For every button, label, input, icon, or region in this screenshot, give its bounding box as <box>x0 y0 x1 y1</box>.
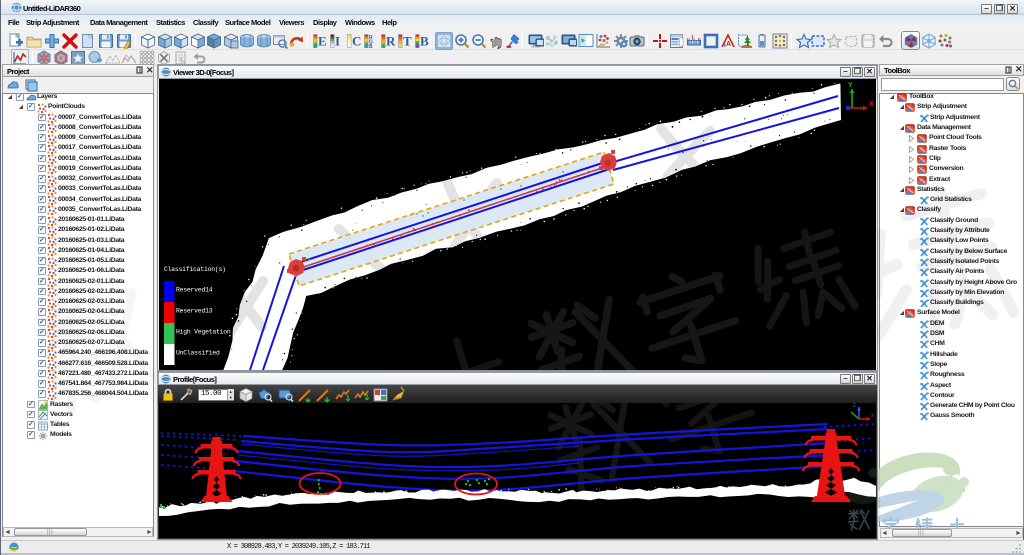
svg-text:x: x <box>871 413 874 419</box>
svg-text:C: C <box>352 34 361 49</box>
svg-text:L: L <box>692 36 696 42</box>
svg-text:High Vegetation: High Vegetation <box>176 329 231 336</box>
svg-text:I: I <box>335 34 340 49</box>
svg-text:Y: Y <box>848 82 853 89</box>
svg-text:B: B <box>369 44 373 49</box>
svg-text:B: B <box>420 34 429 49</box>
svg-text:X: X <box>869 101 874 108</box>
svg-text:Reserved14: Reserved14 <box>176 287 213 294</box>
svg-text:T: T <box>403 34 412 49</box>
svg-text:UnClassified: UnClassified <box>176 350 220 357</box>
svg-text:Reserved13: Reserved13 <box>176 308 213 315</box>
svg-text:Classification(s): Classification(s) <box>164 266 226 273</box>
svg-text:A: A <box>726 41 731 48</box>
svg-text:z: z <box>853 403 856 409</box>
svg-text:R: R <box>386 34 396 49</box>
svg-text:E: E <box>318 34 327 49</box>
